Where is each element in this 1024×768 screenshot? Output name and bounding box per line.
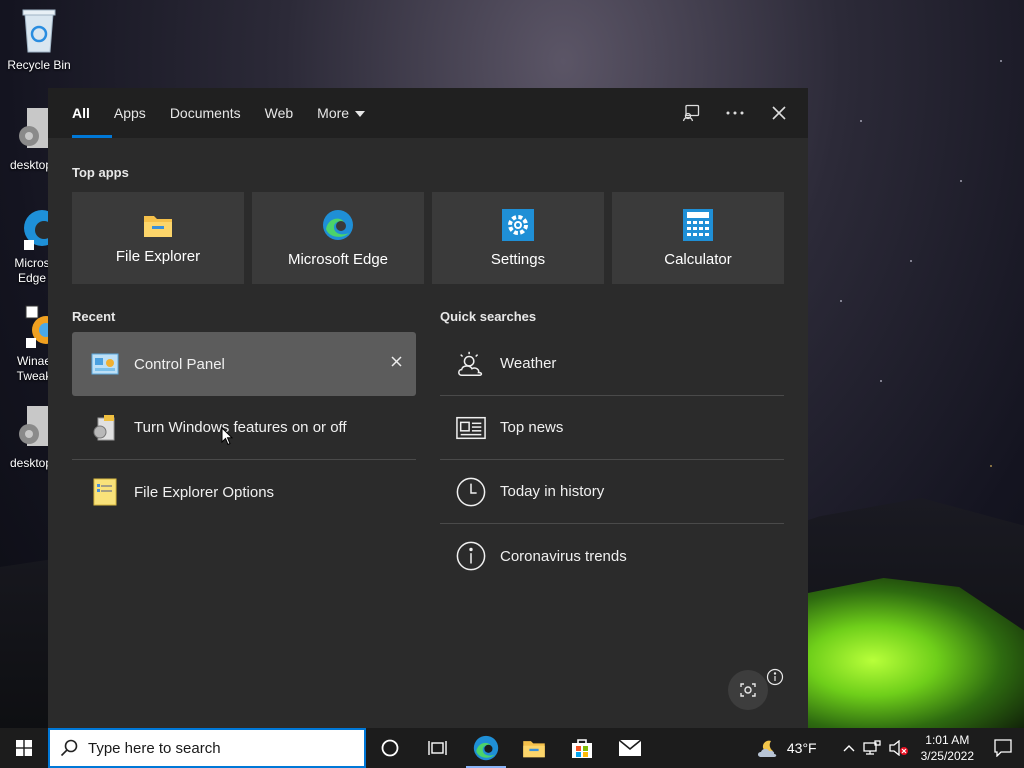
ellipsis-icon — [726, 111, 744, 115]
recent-item-label: File Explorer Options — [134, 483, 275, 501]
clock-time: 1:01 AM — [925, 733, 970, 747]
app-tile-settings[interactable]: Settings — [432, 192, 604, 284]
app-tile-microsoft-edge[interactable]: Microsoft Edge — [252, 192, 424, 284]
quick-searches-heading: Quick searches — [440, 309, 537, 324]
taskbar-clock[interactable]: 1:01 AM 3/25/2022 — [913, 732, 982, 764]
top-apps-heading: Top apps — [72, 165, 129, 180]
volume-muted-icon — [888, 740, 908, 756]
quick-search-weather[interactable]: Weather — [440, 332, 784, 396]
quick-search-label: Top news — [500, 419, 564, 436]
desktop-icon-label: Recycle Bin — [7, 58, 71, 72]
quick-search-label: Today in history — [500, 483, 605, 500]
taskbar-file-explorer[interactable] — [510, 728, 558, 768]
network-icon — [862, 740, 881, 755]
search-panel: All Apps Documents Web More Top apps Fil… — [48, 88, 808, 728]
taskbar-mail[interactable] — [606, 728, 654, 768]
control-panel-icon — [90, 349, 120, 379]
remove-recent-button[interactable] — [391, 354, 402, 371]
mail-icon — [618, 739, 642, 756]
quick-search-coronavirus-trends[interactable]: Coronavirus trends — [440, 524, 784, 588]
clock-date: 3/25/2022 — [920, 749, 974, 763]
action-center-button[interactable] — [982, 728, 1024, 768]
desktop-icon-label: desktop — [10, 456, 53, 470]
recent-heading: Recent — [72, 309, 116, 324]
visual-search-button[interactable] — [728, 670, 768, 710]
close-icon — [391, 356, 402, 367]
system-tray: 43°F 1:01 AM 3/25/2022 — [753, 728, 1024, 768]
edge-icon — [473, 735, 499, 761]
tab-more[interactable]: More — [305, 88, 377, 138]
quick-search-label: Coronavirus trends — [500, 547, 627, 565]
quick-search-label: Weather — [500, 355, 557, 372]
folder-icon — [144, 215, 172, 237]
weather-icon — [456, 349, 486, 379]
app-tile-calculator[interactable]: Calculator — [612, 192, 784, 284]
recycle-bin-icon — [22, 9, 56, 53]
feedback-icon — [682, 104, 700, 122]
info-icon — [766, 668, 784, 686]
search-icon — [60, 739, 78, 757]
close-button[interactable] — [766, 100, 792, 126]
top-apps-row: File Explorer Microsoft Edge Settings Ca… — [72, 192, 784, 284]
tab-web[interactable]: Web — [253, 88, 306, 138]
weather-temperature: 43°F — [786, 740, 817, 756]
recent-item-file-explorer-options[interactable]: File Explorer Options — [72, 460, 416, 524]
cortana-icon — [381, 739, 399, 757]
edge-icon — [323, 209, 353, 240]
windows-logo-icon — [16, 740, 32, 756]
camera-scan-icon — [740, 683, 756, 697]
taskbar-edge[interactable] — [462, 728, 510, 768]
volume-button[interactable] — [885, 728, 913, 768]
weather-icon — [757, 740, 777, 757]
recent-list: Control Panel Turn Windows features on o… — [72, 332, 416, 524]
folder-options-icon — [90, 477, 120, 507]
info-icon — [456, 541, 486, 571]
app-tile-file-explorer[interactable]: File Explorer — [72, 192, 244, 284]
folder-icon — [523, 741, 545, 758]
taskbar-search-box[interactable] — [48, 728, 366, 768]
mouse-cursor-icon — [221, 427, 233, 446]
search-tabbar: All Apps Documents Web More — [48, 88, 808, 138]
recent-item-control-panel[interactable]: Control Panel — [72, 332, 416, 396]
recent-item-label: Control Panel — [134, 355, 225, 373]
chevron-up-icon — [843, 745, 855, 752]
search-input[interactable] — [88, 739, 338, 757]
quick-searches-list: Weather Top news Today in history Corona… — [440, 332, 784, 588]
recent-item-windows-features[interactable]: Turn Windows features on or off — [72, 396, 416, 460]
cortana-button[interactable] — [366, 728, 414, 768]
calculator-icon — [683, 208, 713, 241]
info-button[interactable] — [766, 668, 784, 686]
news-icon — [456, 413, 486, 443]
recent-item-label: Turn Windows features on or off — [134, 419, 347, 436]
quick-search-top-news[interactable]: Top news — [440, 396, 784, 460]
tab-all[interactable]: All — [60, 88, 112, 138]
taskbar-microsoft-store[interactable] — [558, 728, 606, 768]
task-view-icon — [428, 741, 447, 755]
desktop-icon-recycle-bin[interactable]: Recycle Bin — [4, 6, 74, 72]
clock-icon — [456, 477, 486, 507]
windows-features-icon — [90, 413, 120, 443]
store-icon — [572, 739, 592, 758]
feedback-button[interactable] — [678, 100, 704, 126]
tab-apps[interactable]: Apps — [102, 88, 158, 138]
network-button[interactable] — [859, 728, 885, 768]
desktop-icon-label: Micros Edge — [14, 256, 50, 285]
weather-widget[interactable]: 43°F — [753, 728, 821, 768]
task-view-button[interactable] — [414, 728, 462, 768]
gear-icon — [502, 208, 534, 241]
notification-icon — [994, 739, 1012, 757]
desktop-icon-label: desktop — [10, 158, 53, 172]
start-button[interactable] — [0, 728, 48, 768]
close-icon — [772, 106, 786, 120]
more-options-button[interactable] — [722, 100, 748, 126]
quick-search-today-in-history[interactable]: Today in history — [440, 460, 784, 524]
chevron-down-icon — [355, 111, 366, 118]
tab-documents[interactable]: Documents — [158, 88, 253, 138]
taskbar: 43°F 1:01 AM 3/25/2022 — [0, 728, 1024, 768]
show-hidden-icons-button[interactable] — [839, 728, 859, 768]
